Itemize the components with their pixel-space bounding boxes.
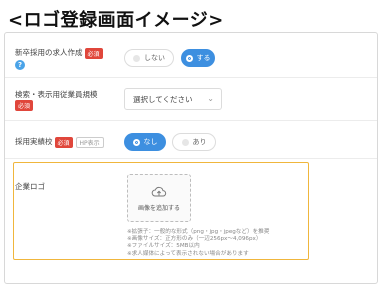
- image-upload-button[interactable]: 画像を追加する: [127, 174, 191, 222]
- radio-dot-icon: [185, 54, 193, 62]
- employee-count-select[interactable]: 選択してください ⌄: [124, 88, 222, 110]
- upload-notes: ※拡張子：一般的な形式（png・jpg・jpegなど）を推奨 ※画像サイズ：正方…: [127, 229, 269, 258]
- hp-display-badge: HP表示: [75, 136, 104, 148]
- hiring-record-label: 採用実績校 必須 HP表示: [15, 136, 104, 148]
- option-label: なし: [143, 138, 158, 146]
- hiring-record-option-yes[interactable]: あり: [172, 133, 216, 151]
- settings-panel: 新卒採用の求人作成 必須 ? しない する 検索・表示用従業員規模 必須 選択して…: [4, 32, 378, 284]
- required-badge: 必須: [15, 100, 34, 111]
- option-label: しない: [144, 54, 165, 62]
- upload-note: ※求人媒体によって表示されない場合があります: [127, 250, 249, 257]
- cloud-upload-icon: [151, 186, 167, 196]
- hiring-record-label-text: 採用実績校: [15, 137, 53, 146]
- page-title: <ロゴ登録画面イメージ>: [8, 10, 224, 31]
- employee-count-required: 必須: [15, 100, 34, 111]
- divider: [5, 120, 377, 121]
- required-badge: 必須: [54, 136, 73, 148]
- divider: [5, 77, 377, 78]
- new-graduate-label-text: 新卒採用の求人作成: [15, 48, 83, 57]
- option-label: あり: [192, 138, 207, 146]
- chevron-down-icon: ⌄: [207, 94, 214, 103]
- radio-dot-icon: [133, 54, 140, 62]
- radio-dot-icon: [181, 138, 189, 146]
- divider: [5, 158, 377, 159]
- required-badge: 必須: [84, 47, 103, 59]
- new-graduate-option-no[interactable]: しない: [124, 49, 174, 67]
- new-graduate-option-yes[interactable]: する: [181, 49, 215, 67]
- employee-count-label: 検索・表示用従業員規模: [15, 90, 98, 99]
- hiring-record-option-none[interactable]: なし: [124, 133, 166, 151]
- radio-dot-icon: [132, 138, 140, 146]
- upload-label: 画像を追加する: [137, 204, 180, 212]
- upload-note: ※ファイルサイズ：5MB以内: [127, 243, 200, 250]
- option-label: する: [196, 54, 211, 62]
- new-graduate-label: 新卒採用の求人作成 必須: [15, 47, 103, 59]
- company-logo-label: 企業ロゴ: [15, 182, 45, 191]
- help-icon[interactable]: ?: [15, 60, 25, 70]
- select-value: 選択してください: [133, 94, 193, 104]
